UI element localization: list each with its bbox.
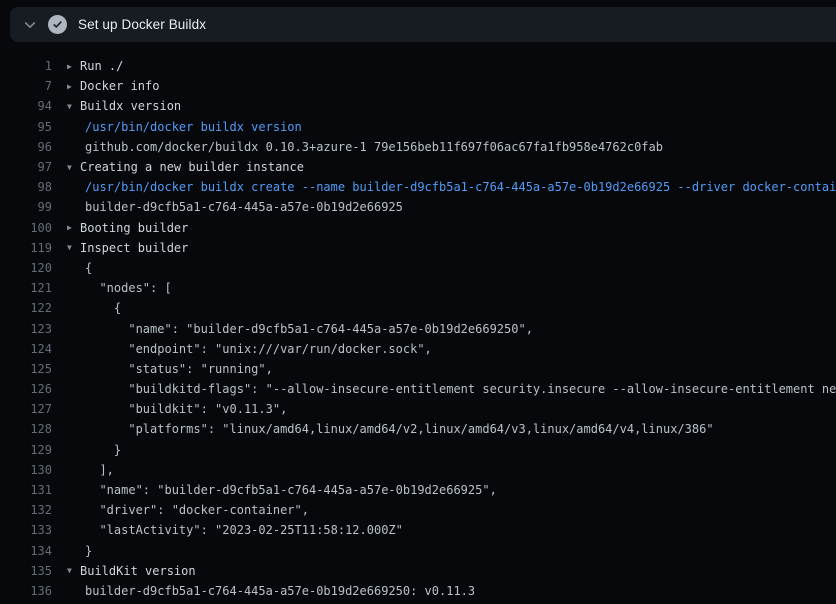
log-line-row: 95/usr/bin/docker buildx version <box>0 117 836 137</box>
line-number[interactable]: 1 <box>0 59 52 73</box>
log-line-row: 123 "name": "builder-d9cfb5a1-c764-445a-… <box>0 318 836 338</box>
line-number[interactable]: 96 <box>0 140 52 154</box>
output-text: { <box>85 301 121 315</box>
line-number[interactable]: 94 <box>0 99 52 113</box>
triangle-expanded-icon: ▼ <box>67 163 80 172</box>
group-title: Docker info <box>80 79 159 93</box>
line-number[interactable]: 123 <box>0 322 52 336</box>
line-number[interactable]: 124 <box>0 342 52 356</box>
output-text: "name": "builder-d9cfb5a1-c764-445a-a57e… <box>85 322 533 336</box>
line-number[interactable]: 119 <box>0 241 52 255</box>
log-line-row: 120 { <box>0 258 836 278</box>
log-line-row: 134} <box>0 541 836 561</box>
line-number[interactable]: 100 <box>0 221 52 235</box>
log-line-row: 129 } <box>0 440 836 460</box>
log-line-row: 131 "name": "builder-d9cfb5a1-c764-445a-… <box>0 480 836 500</box>
line-number[interactable]: 99 <box>0 200 52 214</box>
output-text: "lastActivity": "2023-02-25T11:58:12.000… <box>85 523 403 537</box>
log-line-row: 132 "driver": "docker-container", <box>0 500 836 520</box>
output-text: "buildkit": "v0.11.3", <box>85 402 287 416</box>
chevron-down-icon[interactable] <box>18 13 42 37</box>
line-number[interactable]: 121 <box>0 281 52 295</box>
log-line-row: 130 ], <box>0 460 836 480</box>
line-number[interactable]: 132 <box>0 503 52 517</box>
log-line-row: 133 "lastActivity": "2023-02-25T11:58:12… <box>0 520 836 540</box>
output-text: "endpoint": "unix:///var/run/docker.sock… <box>85 342 432 356</box>
command-text: /usr/bin/docker buildx version <box>85 120 302 134</box>
log-line-row: 122 { <box>0 298 836 318</box>
line-number[interactable]: 125 <box>0 362 52 376</box>
log-line-row: 99 builder-d9cfb5a1-c764-445a-a57e-0b19d2… <box>0 197 836 217</box>
output-text: "name": "builder-d9cfb5a1-c764-445a-a57e… <box>85 483 497 497</box>
line-number[interactable]: 97 <box>0 160 52 174</box>
output-text: "driver": "docker-container", <box>85 503 309 517</box>
log-line-row: 127 "buildkit": "v0.11.3", <box>0 399 836 419</box>
line-number[interactable]: 126 <box>0 382 52 396</box>
log-line-row: 126 "buildkitd-flags": "--allow-insecure… <box>0 379 836 399</box>
log-viewer-page: Set up Docker Buildx 1▶Run ./7▶Docker in… <box>0 0 836 604</box>
check-circle-icon <box>48 15 67 34</box>
line-number[interactable]: 129 <box>0 443 52 457</box>
log-line-row: 128 "platforms": "linux/amd64,linux/amd6… <box>0 419 836 439</box>
triangle-collapsed-icon: ▶ <box>67 62 80 71</box>
output-text: "nodes": [ <box>85 281 172 295</box>
line-number[interactable]: 120 <box>0 261 52 275</box>
log-group-row[interactable]: 119 ▼Inspect builder <box>0 238 836 258</box>
output-text: builder-d9cfb5a1-c764-445a-a57e-0b19d2e6… <box>85 200 403 214</box>
output-text: builder-d9cfb5a1-c764-445a-a57e-0b19d2e6… <box>85 584 475 598</box>
triangle-collapsed-icon: ▶ <box>67 223 80 232</box>
log-group-row[interactable]: 1 ▶Run ./ <box>0 56 836 76</box>
output-text: } <box>85 443 121 457</box>
line-number[interactable]: 127 <box>0 402 52 416</box>
log-group-row[interactable]: 7 ▶Docker info <box>0 76 836 96</box>
log-line-row: 124 "endpoint": "unix:///var/run/docker.… <box>0 339 836 359</box>
group-title: Run ./ <box>80 59 123 73</box>
output-text: "status": "running", <box>85 362 273 376</box>
line-number[interactable]: 130 <box>0 463 52 477</box>
step-header[interactable]: Set up Docker Buildx <box>10 7 836 42</box>
command-text: /usr/bin/docker buildx create --name bui… <box>85 180 836 194</box>
log-line-row: 136 builder-d9cfb5a1-c764-445a-a57e-0b19d… <box>0 581 836 601</box>
log-line-row: 98/usr/bin/docker buildx create --name b… <box>0 177 836 197</box>
log-line-row: 121 "nodes": [ <box>0 278 836 298</box>
output-text: "buildkitd-flags": "--allow-insecure-ent… <box>85 382 836 396</box>
line-number[interactable]: 134 <box>0 544 52 558</box>
log-group-row[interactable]: 135 ▼BuildKit version <box>0 561 836 581</box>
output-text: github.com/docker/buildx 0.10.3+azure-1 … <box>85 140 663 154</box>
line-number[interactable]: 98 <box>0 180 52 194</box>
log-output: 1▶Run ./7▶Docker info94▼Buildx version95… <box>0 56 836 601</box>
group-title: Booting builder <box>80 221 188 235</box>
output-text: } <box>85 544 92 558</box>
group-title: Creating a new builder instance <box>80 160 304 174</box>
group-title: Buildx version <box>80 99 181 113</box>
step-title: Set up Docker Buildx <box>78 17 206 32</box>
line-number[interactable]: 131 <box>0 483 52 497</box>
line-number[interactable]: 135 <box>0 564 52 578</box>
output-text: ], <box>85 463 114 477</box>
triangle-expanded-icon: ▼ <box>67 102 80 111</box>
triangle-expanded-icon: ▼ <box>67 243 80 252</box>
triangle-expanded-icon: ▼ <box>67 566 80 575</box>
line-number[interactable]: 128 <box>0 422 52 436</box>
group-title: BuildKit version <box>80 564 196 578</box>
log-group-row[interactable]: 94 ▼Buildx version <box>0 96 836 116</box>
line-number[interactable]: 136 <box>0 584 52 598</box>
log-group-row[interactable]: 100 ▶Booting builder <box>0 218 836 238</box>
line-number[interactable]: 95 <box>0 120 52 134</box>
output-text: { <box>85 261 92 275</box>
log-line-row: 125 "status": "running", <box>0 359 836 379</box>
log-line-row: 96 github.com/docker/buildx 0.10.3+azure-… <box>0 137 836 157</box>
output-text: "platforms": "linux/amd64,linux/amd64/v2… <box>85 422 714 436</box>
log-group-row[interactable]: 97 ▼Creating a new builder instance <box>0 157 836 177</box>
group-title: Inspect builder <box>80 241 188 255</box>
line-number[interactable]: 7 <box>0 79 52 93</box>
line-number[interactable]: 122 <box>0 301 52 315</box>
line-number[interactable]: 133 <box>0 523 52 537</box>
triangle-collapsed-icon: ▶ <box>67 82 80 91</box>
